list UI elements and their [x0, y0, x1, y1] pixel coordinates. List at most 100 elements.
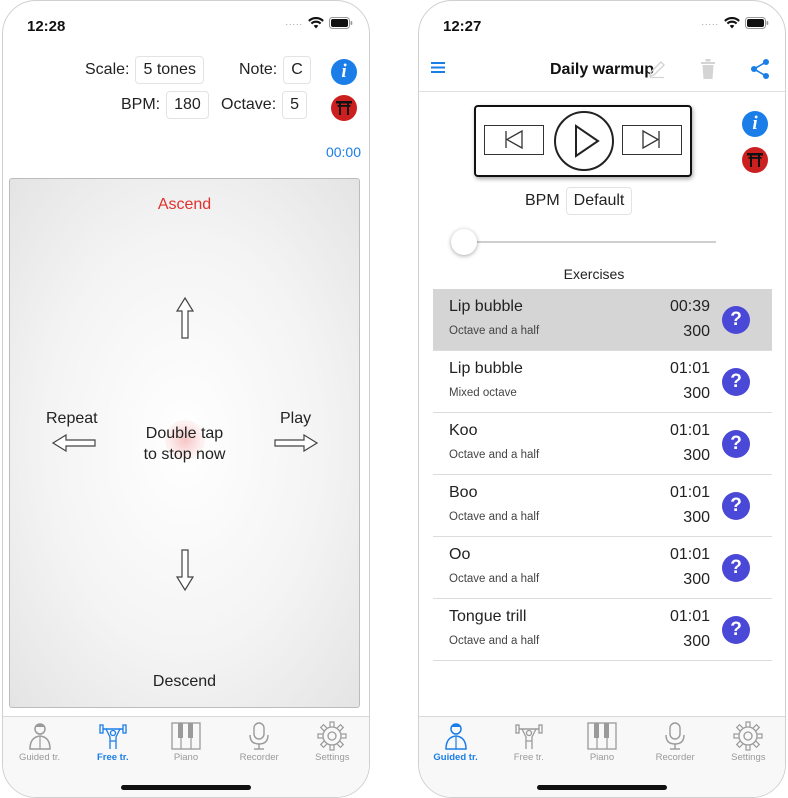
exercise-duration: 01:01 [669, 546, 710, 563]
stop-hint-line1: Double tap [145, 425, 224, 442]
tab-bar: Guided tr. Free tr. Piano Recorder Settings [3, 716, 369, 797]
help-icon[interactable]: ? [722, 430, 750, 458]
tab-guided-tr[interactable]: Guided tr. [421, 721, 491, 763]
exercise-name: Tongue trill [449, 608, 527, 625]
next-button[interactable] [622, 125, 682, 155]
bpm-field: BPM Default [525, 187, 633, 215]
exercise-row[interactable]: Oo Octave and a half 01:01 300? [433, 537, 772, 599]
tab-free-tr[interactable]: Free tr. [494, 721, 564, 763]
exercise-name: Boo [449, 484, 478, 501]
gear-icon [297, 721, 367, 751]
tab-free-tr[interactable]: Free tr. [78, 721, 148, 763]
trainer-icon [5, 721, 75, 751]
exercise-duration: 00:39 [669, 298, 710, 315]
tab-piano[interactable]: Piano [151, 721, 221, 763]
home-indicator [121, 785, 251, 790]
play-button[interactable] [554, 111, 614, 171]
exercise-duration: 01:01 [669, 360, 710, 377]
bpm-value[interactable]: Default [565, 187, 633, 215]
gear-icon [713, 721, 783, 751]
tab-settings[interactable]: Settings [713, 721, 783, 763]
help-icon[interactable]: ? [722, 554, 750, 582]
battery-icon [745, 17, 769, 29]
info-icon[interactable]: i [742, 111, 768, 137]
octave-field: Octave: 5 [221, 91, 308, 119]
tab-recorder[interactable]: Recorder [224, 721, 294, 763]
exercise-count: 300 [683, 323, 710, 340]
wifi-icon [724, 17, 740, 29]
previous-button[interactable] [484, 125, 544, 155]
guided-training-screen: 12:27 ..... Daily warmup i BPM Default E… [418, 0, 786, 798]
nav-bar: Daily warmup [419, 47, 785, 92]
tab-label: Guided tr. [433, 752, 478, 763]
tab-label: Settings [315, 752, 350, 763]
exercise-count: 300 [683, 571, 710, 588]
octave-label: Octave: [221, 96, 277, 113]
stop-hint-line2: to stop now [143, 446, 226, 463]
tab-label: Recorder [239, 752, 279, 763]
scale-value[interactable]: 5 tones [135, 56, 204, 84]
slider-track [461, 241, 716, 243]
exercise-row[interactable]: Lip bubble Mixed octave 01:01 300? [433, 351, 772, 413]
slider-thumb[interactable] [451, 229, 477, 255]
tab-label: Settings [731, 752, 766, 763]
exercise-name: Koo [449, 422, 478, 439]
tab-settings[interactable]: Settings [297, 721, 367, 763]
skip-forward-icon [642, 129, 660, 150]
exercise-list: Lip bubble Octave and a half 00:39 300? Lip … [433, 289, 772, 661]
exercise-row[interactable]: Tongue trill Octave and a half 01:01 300? [433, 599, 772, 661]
exercise-count: 300 [683, 385, 710, 402]
signal-icon: ..... [701, 17, 719, 27]
share-icon[interactable] [749, 58, 771, 85]
piano-icon [567, 721, 637, 751]
exercise-name: Lip bubble [449, 298, 523, 315]
tab-label: Piano [589, 752, 615, 763]
exercise-row[interactable]: Boo Octave and a half 01:01 300? [433, 475, 772, 537]
exercise-count: 300 [683, 633, 710, 650]
status-time: 12:28 [27, 18, 66, 35]
microphone-icon [640, 721, 710, 751]
gesture-pad[interactable]: Ascend Repeat Play Double tap to stop no… [9, 178, 360, 708]
bpm-field: BPM: 180 [121, 91, 209, 119]
tab-guided-tr[interactable]: Guided tr. [5, 721, 75, 763]
bpm-value[interactable]: 180 [166, 91, 209, 119]
exercise-count: 300 [683, 509, 710, 526]
tab-recorder[interactable]: Recorder [640, 721, 710, 763]
status-time: 12:27 [443, 18, 482, 35]
help-icon[interactable]: ? [722, 368, 750, 396]
note-field: Note: C [239, 56, 311, 84]
exercise-row[interactable]: Lip bubble Octave and a half 00:39 300? [433, 289, 772, 351]
help-icon[interactable]: ? [722, 492, 750, 520]
tab-piano[interactable]: Piano [567, 721, 637, 763]
bpm-slider[interactable] [451, 229, 716, 255]
edit-icon[interactable] [647, 59, 667, 84]
trainer-icon [421, 721, 491, 751]
home-indicator [537, 785, 667, 790]
help-icon[interactable]: ? [722, 306, 750, 334]
torii-gate-icon[interactable] [331, 95, 357, 121]
exercise-duration: 01:01 [669, 608, 710, 625]
exercise-duration: 01:01 [669, 422, 710, 439]
tab-label: Free tr. [96, 752, 129, 763]
play-icon [575, 124, 600, 158]
descend-label: Descend [152, 673, 217, 690]
exercise-range: Octave and a half [449, 573, 540, 585]
stop-hint: Double tap to stop now [10, 423, 359, 465]
tab-label: Guided tr. [18, 752, 61, 763]
note-value[interactable]: C [283, 56, 311, 84]
status-bar: 12:27 ..... [419, 1, 785, 47]
torii-gate-icon[interactable] [742, 147, 768, 173]
arrow-down-icon [175, 549, 195, 596]
trash-icon[interactable] [699, 58, 717, 85]
help-icon[interactable]: ? [722, 616, 750, 644]
exercise-count: 300 [683, 447, 710, 464]
signal-icon: ..... [285, 17, 303, 27]
note-label: Note: [239, 61, 278, 78]
scale-label: Scale: [85, 61, 130, 78]
octave-value[interactable]: 5 [282, 91, 308, 119]
info-icon[interactable]: i [331, 59, 357, 85]
exercise-name: Oo [449, 546, 471, 563]
exercise-range: Mixed octave [449, 387, 517, 399]
exercise-row[interactable]: Koo Octave and a half 01:01 300? [433, 413, 772, 475]
skip-back-icon [505, 129, 523, 150]
